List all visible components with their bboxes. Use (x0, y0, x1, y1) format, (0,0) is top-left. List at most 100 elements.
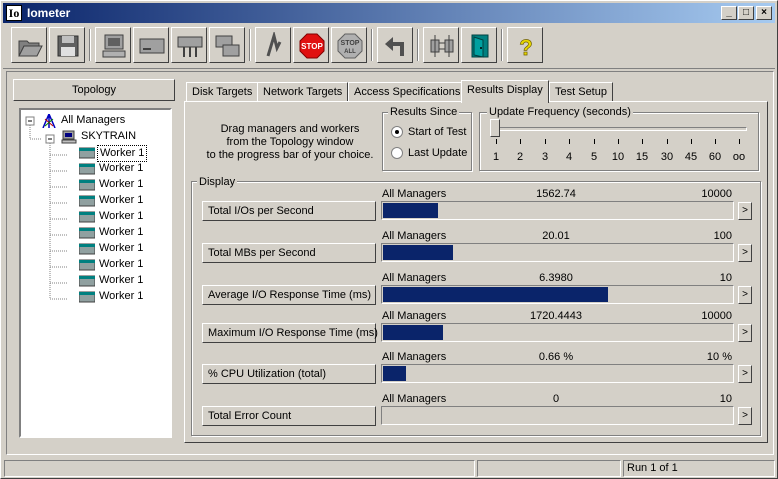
metric-max: 10000 (701, 188, 732, 200)
metric-button[interactable]: Maximum I/O Response Time (ms) (202, 323, 378, 343)
tree-lines (25, 116, 68, 300)
about-button[interactable]: ? (507, 27, 543, 63)
tab-access-specifications[interactable]: Access Specifications (348, 82, 467, 102)
tab-results-display[interactable]: Results Display (461, 80, 549, 103)
topology-tree[interactable]: All Managers SKYTRAIN Worker 1 Worker 1 Wo… (19, 108, 172, 438)
metric-max: 10 (719, 393, 732, 405)
metric-progress-fill (383, 203, 438, 218)
exit-button[interactable] (461, 27, 497, 63)
radio-last-update-label[interactable]: Last Update (408, 147, 467, 159)
results-since-group (382, 112, 472, 171)
status-pane-2 (477, 460, 621, 477)
close-button[interactable]: × (756, 6, 772, 20)
metric-button[interactable]: % CPU Utilization (total) (202, 364, 376, 384)
metric-expand-button[interactable]: > (738, 202, 752, 220)
toolbar: STOP STOP ALL ? (3, 25, 775, 69)
slider-tick (496, 139, 497, 144)
metric-progress-bar[interactable] (381, 364, 734, 383)
display-label: Display (197, 176, 238, 188)
update-frequency-slider-track[interactable] (493, 127, 747, 131)
start-button[interactable] (255, 27, 291, 63)
metric-source: All Managers (382, 393, 447, 405)
open-button[interactable] (11, 27, 47, 63)
tree-label: Worker 1 (99, 274, 144, 286)
slider-tick (642, 139, 643, 144)
metric-progress-bar[interactable] (381, 243, 734, 262)
save-button[interactable] (49, 27, 85, 63)
slider-tick-label: 1 (492, 151, 500, 163)
worker-disk-icon (79, 211, 95, 223)
worker-disk-icon (79, 275, 95, 287)
green-flag-icon (266, 32, 282, 57)
computer-icon (102, 34, 126, 58)
metric-button[interactable]: Total I/Os per Second (202, 201, 376, 221)
metric-expand-button[interactable]: > (738, 407, 752, 425)
worker-disk-icon (79, 163, 95, 175)
stop-all-button[interactable]: STOP ALL (331, 27, 367, 63)
duplicate-worker-button[interactable] (209, 27, 245, 63)
exit-door-icon (471, 34, 489, 58)
toolbar-separator (371, 29, 373, 61)
metric-expand-button[interactable]: > (738, 324, 752, 342)
new-manager-button[interactable] (95, 27, 131, 63)
worker-disk-icon (79, 291, 95, 303)
drag-text-line: Drag managers and workers (220, 123, 360, 135)
tree-label: Worker 1 (99, 178, 144, 190)
metric-progress-fill (383, 366, 406, 381)
metric-value: 1562.74 (536, 188, 576, 200)
minimize-button[interactable]: _ (721, 6, 737, 20)
tree-label: SKYTRAIN (81, 130, 137, 142)
radio-start-of-test[interactable] (391, 126, 403, 138)
new-disk-worker-button[interactable] (133, 27, 169, 63)
metric-button[interactable]: Total MBs per Second (202, 243, 376, 263)
metric-progress-bar[interactable] (381, 406, 734, 425)
computer-icon (61, 130, 77, 144)
metric-progress-fill (383, 245, 453, 260)
disk-worker-icon (139, 38, 165, 54)
slider-tick-label: 4 (565, 151, 573, 163)
radio-start-of-test-label[interactable]: Start of Test (408, 126, 467, 138)
radio-last-update[interactable] (391, 147, 403, 159)
tree-label: Worker 1 (99, 162, 144, 174)
tree-label: Worker 1 (97, 145, 148, 162)
folder-open-icon (18, 40, 43, 57)
metric-progress-bar[interactable] (381, 201, 734, 220)
new-network-worker-button[interactable] (171, 27, 207, 63)
slider-tick (715, 139, 716, 144)
update-frequency-label: Update Frequency (seconds) (487, 106, 633, 118)
stop-all-text2: ALL (344, 49, 356, 55)
metric-source: All Managers (382, 230, 447, 242)
slider-tick-label: 45 (684, 151, 698, 163)
slider-tick-label: 30 (660, 151, 674, 163)
tree-label: All Managers (61, 114, 126, 126)
metric-progress-bar[interactable] (381, 323, 734, 342)
metric-max: 10 % (706, 351, 732, 363)
stop-button[interactable]: STOP (293, 27, 329, 63)
metric-max: 10000 (701, 310, 732, 322)
tree-label: Worker 1 (99, 210, 144, 222)
metric-expand-button[interactable]: > (738, 244, 752, 262)
tab-network-targets[interactable]: Network Targets (257, 82, 349, 102)
status-run: Run 1 of 1 (623, 460, 775, 477)
update-frequency-slider-thumb[interactable] (490, 119, 500, 137)
metric-progress-bar[interactable] (381, 285, 734, 304)
drag-text-line: from the Topology window (226, 136, 354, 148)
metric-button[interactable]: Average I/O Response Time (ms) (202, 285, 376, 305)
disconnect-button[interactable] (423, 27, 459, 63)
topology-header: Topology (13, 79, 175, 101)
title-bar[interactable]: Io Iometer _ □ × (3, 3, 775, 23)
metric-expand-button[interactable]: > (738, 286, 752, 304)
tab-test-setup[interactable]: Test Setup (549, 82, 613, 102)
reset-workers-button[interactable] (377, 27, 413, 63)
tab-disk-targets[interactable]: Disk Targets (186, 82, 259, 102)
metric-expand-button[interactable]: > (738, 365, 752, 383)
drag-text-line: to the progress bar of your choice. (206, 149, 374, 161)
slider-tick (594, 139, 595, 144)
metric-button[interactable]: Total Error Count (202, 406, 376, 426)
metric-value: 20.01 (542, 230, 570, 242)
maximize-button[interactable]: □ (738, 6, 754, 20)
tree-label: Worker 1 (99, 290, 144, 302)
tree-label: Worker 1 (99, 258, 144, 270)
metric-max: 100 (713, 230, 732, 242)
worker-disk-icon (79, 259, 95, 271)
